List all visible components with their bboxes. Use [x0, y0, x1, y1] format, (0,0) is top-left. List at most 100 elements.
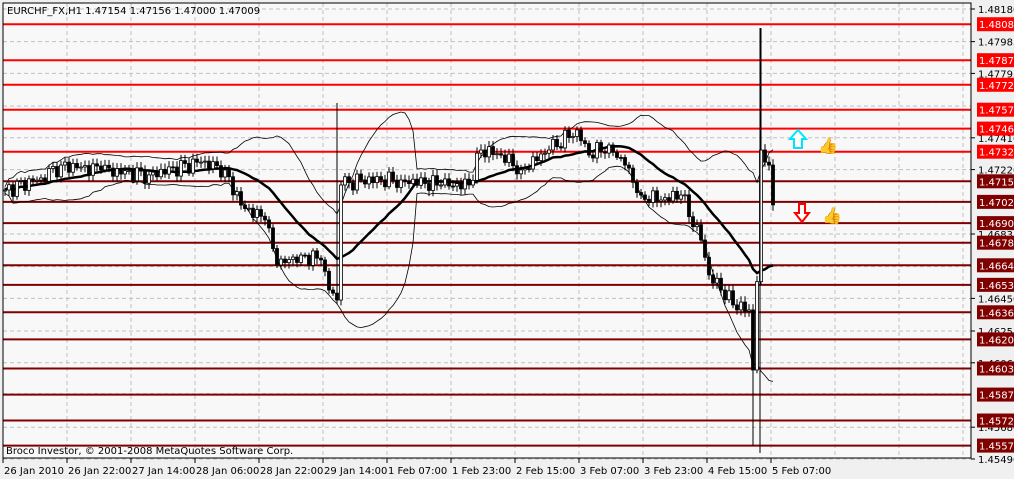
level-label: 1.46031: [979, 364, 1014, 375]
candle-body: [131, 170, 135, 182]
candle-body: [399, 179, 403, 188]
candle-body: [423, 177, 427, 184]
candle-body: [303, 254, 307, 257]
candle-body: [715, 277, 719, 284]
candle-body: [119, 168, 123, 175]
x-tick-label: 1 Feb 07:00: [388, 466, 447, 477]
candle-body: [163, 168, 167, 175]
candle-body: [767, 161, 771, 166]
candle-body: [15, 180, 19, 197]
candle-body: [251, 207, 255, 218]
candle-body: [159, 168, 163, 178]
level-label: 1.47465: [979, 125, 1014, 136]
candle-body: [719, 277, 723, 291]
candle-body: [743, 301, 747, 312]
candle-body: [255, 209, 259, 218]
candle-body: [495, 153, 499, 156]
candle-body: [595, 142, 599, 159]
y-tick-label: 1.47985: [978, 38, 1014, 49]
candle-body: [763, 149, 767, 163]
candle-body: [675, 190, 679, 200]
candle-body: [375, 176, 379, 184]
candle-body: [479, 149, 483, 154]
candle-body: [167, 166, 171, 175]
candle-body: [327, 270, 331, 291]
candle-body: [667, 197, 671, 202]
candle-body: [519, 169, 523, 175]
candle-body: [443, 178, 447, 186]
candle-body: [583, 140, 587, 144]
candle-body: [291, 256, 295, 260]
candle-body: [127, 170, 131, 173]
candle-body: [135, 167, 139, 182]
candle-body: [631, 167, 635, 183]
candle-body: [415, 178, 419, 186]
y-tick-label: 1.48180: [978, 5, 1014, 16]
candle-body: [191, 158, 195, 174]
candle-body: [359, 173, 363, 181]
candle-body: [223, 169, 227, 178]
candle-body: [499, 153, 503, 156]
candle-body: [383, 179, 387, 188]
candle-body: [735, 304, 739, 311]
candle-body: [263, 215, 267, 221]
candle-body: [643, 194, 647, 200]
candle-body: [431, 175, 435, 191]
candle-body: [323, 259, 327, 272]
candle-body: [19, 180, 23, 182]
candle-body: [591, 154, 595, 159]
time-axis[interactable]: 26 Jan 2010 26 Jan 22:00 27 Jan 14:00 28 Ja…: [2, 458, 831, 477]
level-label: 1.46900: [979, 219, 1014, 230]
candle-body: [547, 149, 551, 154]
x-tick-label: 28 Jan 22:00: [260, 466, 323, 477]
candle-body: [67, 161, 71, 173]
candle-body: [3, 189, 7, 192]
candle-body: [279, 258, 283, 266]
candle-body: [639, 192, 643, 196]
candle-body: [343, 176, 347, 186]
candle-body: [231, 176, 235, 196]
x-tick-label: 27 Jan 14:00: [132, 466, 195, 477]
candle-body: [107, 164, 111, 169]
candle-body: [259, 209, 263, 217]
candle-body: [79, 166, 83, 169]
candle-body: [7, 184, 11, 191]
level-label: 1.46783: [979, 239, 1014, 250]
level-label: 1.45570: [979, 442, 1014, 453]
candle-body: [771, 164, 775, 206]
candle-body: [271, 227, 275, 249]
candle-body: [527, 168, 531, 170]
candle-body: [35, 179, 39, 182]
candle-body: [611, 144, 615, 153]
candle-body: [511, 153, 515, 167]
candle-body: [199, 161, 203, 164]
candle-body: [275, 248, 279, 266]
candle-body: [403, 179, 407, 182]
y-tick-label: 1.45490: [978, 455, 1014, 466]
candle-body: [459, 183, 463, 190]
price-chart[interactable]: 👍 👍 EURCHF_FX,H1 1.47154 1.47156 1.47000…: [0, 0, 1014, 479]
x-tick-label: 26 Jan 2010: [4, 466, 64, 477]
candle-body: [387, 171, 391, 188]
candle-body: [619, 157, 623, 159]
candle-body: [215, 161, 219, 167]
level-label: 1.47874: [979, 56, 1014, 67]
candle-body: [331, 289, 335, 294]
candle-body: [391, 171, 395, 181]
candle-body: [47, 168, 51, 182]
candle-body: [559, 146, 563, 149]
x-tick-label: 3 Feb 23:00: [644, 466, 703, 477]
candle-body: [147, 174, 151, 184]
candle-body: [299, 254, 303, 263]
candle-body: [11, 184, 15, 197]
candle-body: [211, 161, 215, 170]
candle-body: [671, 190, 675, 202]
candle-body: [115, 168, 119, 177]
candle-body: [659, 199, 663, 202]
candle-body: [739, 301, 743, 311]
candle-body: [623, 157, 627, 166]
candle-body: [683, 194, 687, 197]
plot-background: [3, 3, 971, 458]
candle-body: [371, 176, 375, 184]
candle-body: [287, 259, 291, 264]
